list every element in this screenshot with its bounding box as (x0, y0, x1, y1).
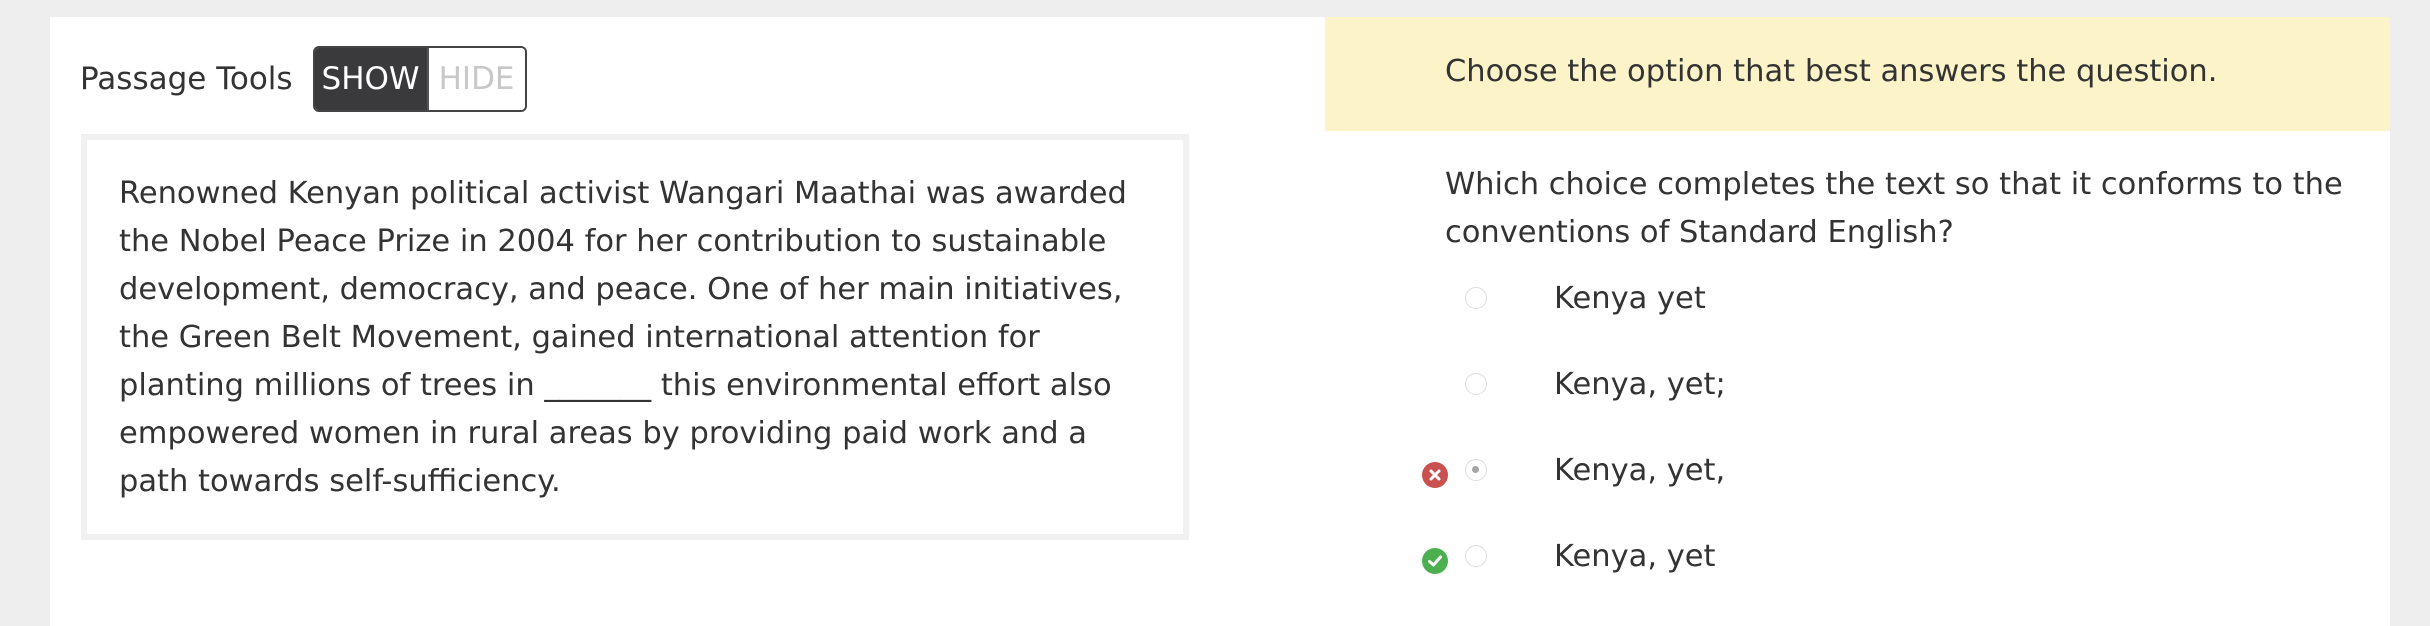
option-label: Kenya, yet, (1554, 453, 1726, 488)
passage-tools-toggle: SHOW HIDE (312, 46, 527, 112)
answer-option-b[interactable]: Kenya, yet; (1325, 365, 2390, 413)
passage-tools: Passage Tools SHOW HIDE (80, 46, 527, 112)
question-pane: Choose the option that best answers the … (1325, 17, 2390, 626)
option-label: Kenya, yet; (1554, 367, 1726, 402)
instruction-text: Choose the option that best answers the … (1445, 54, 2218, 89)
option-label: Kenya, yet (1554, 539, 1716, 574)
radio-button[interactable] (1465, 545, 1487, 567)
answer-option-c[interactable]: Kenya, yet, (1325, 451, 2390, 499)
correct-check-icon (1422, 548, 1448, 574)
hide-button[interactable]: HIDE (426, 48, 525, 110)
passage-text: Renowned Kenyan political activist Wanga… (119, 176, 1127, 499)
question-text: Which choice completes the text so that … (1445, 167, 2343, 250)
answer-option-d[interactable]: Kenya, yet (1325, 537, 2390, 585)
passage-pane: Passage Tools SHOW HIDE Renowned Kenyan … (50, 17, 1325, 626)
radio-button[interactable] (1465, 287, 1487, 309)
passage-tools-label: Passage Tools (80, 61, 293, 97)
incorrect-icon (1422, 462, 1448, 488)
radio-button-selected[interactable] (1465, 459, 1487, 481)
passage-box: Renowned Kenyan political activist Wanga… (81, 134, 1189, 540)
app-frame: Passage Tools SHOW HIDE Renowned Kenyan … (50, 17, 2390, 626)
show-button[interactable]: SHOW (314, 48, 427, 110)
answer-option-a[interactable]: Kenya yet (1325, 279, 2390, 327)
radio-button[interactable] (1465, 373, 1487, 395)
option-label: Kenya yet (1554, 281, 1706, 316)
instruction-banner: Choose the option that best answers the … (1325, 17, 2390, 131)
